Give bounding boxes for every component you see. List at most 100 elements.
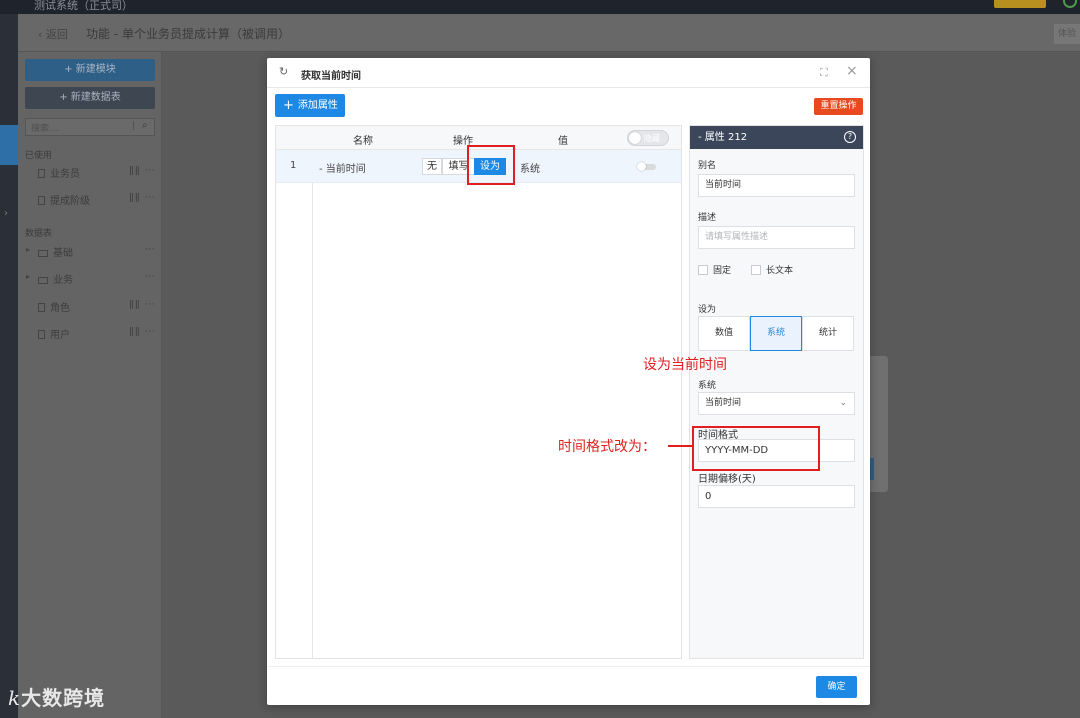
- background-card: [868, 356, 888, 492]
- more-icon[interactable]: ⋯: [145, 244, 156, 255]
- date-offset-input[interactable]: 0: [698, 485, 855, 508]
- chevron-down-icon: ⌄: [839, 398, 847, 408]
- set-to-segmented: 数值 系统 统计: [698, 316, 855, 351]
- panel-header: - 属性 212 ?: [690, 126, 863, 149]
- sidebar-item-label: 提成阶级: [50, 196, 90, 207]
- watermark-logo: k大数跨境: [8, 682, 106, 718]
- fixed-checkbox[interactable]: 固定: [698, 263, 731, 276]
- back-link[interactable]: ‹ 返回: [38, 26, 68, 42]
- annotation-set-current-time: 设为当前时间: [643, 357, 727, 373]
- description-input[interactable]: 请填写属性描述: [698, 226, 855, 249]
- sidebar-folder-basic[interactable]: ▸ 基础 ⋯: [26, 244, 156, 262]
- column-header-value: 值: [558, 136, 568, 147]
- caret-right-icon[interactable]: ▸: [26, 272, 30, 281]
- add-property-button[interactable]: + 添加属性: [275, 94, 345, 117]
- system-label: 系统: [698, 381, 717, 391]
- panel-title: - 属性 212: [698, 132, 748, 143]
- system-select-value: 当前时间: [705, 398, 742, 408]
- highlight-set-to-button: [467, 145, 515, 185]
- section-used-label: 已使用: [25, 151, 53, 161]
- alias-input[interactable]: 当前时间: [698, 174, 855, 197]
- description-label: 描述: [698, 213, 717, 223]
- toggle-knob: [637, 162, 646, 171]
- sidebar-item-label: 业务员: [50, 169, 80, 180]
- highlight-time-format: [692, 426, 820, 471]
- row-hide-toggle[interactable]: [637, 162, 656, 171]
- long-text-checkbox[interactable]: 长文本: [751, 263, 793, 276]
- section-tables-label: 数据表: [25, 229, 53, 239]
- trial-button[interactable]: 体验: [1054, 24, 1080, 44]
- fullscreen-icon[interactable]: ⛶: [820, 66, 832, 79]
- new-table-button[interactable]: + 新建数据表: [25, 87, 155, 109]
- set-to-system-option[interactable]: 系统: [750, 316, 802, 351]
- sidebar-item-salesman[interactable]: 业务员 ǁǁ ⋯: [38, 165, 156, 183]
- file-icon: [38, 196, 45, 205]
- dialog-footer-divider: [267, 666, 870, 667]
- more-icon[interactable]: ǁǁ ⋯: [129, 326, 156, 337]
- more-icon[interactable]: ⋯: [145, 271, 156, 282]
- get-current-time-dialog: ↻ 获取当前时间 ⛶ × + 添加属性 重置操作 名称 操作 值 隐藏 1 - 当…: [267, 58, 870, 705]
- set-to-statistics-option[interactable]: 统计: [802, 316, 854, 351]
- more-icon[interactable]: ǁǁ ⋯: [129, 192, 156, 203]
- sidebar-item-user[interactable]: 用户 ǁǁ ⋯: [38, 326, 156, 344]
- logo-mark: k: [8, 686, 22, 710]
- long-text-label: 长文本: [766, 266, 794, 276]
- annotation-arrow: [668, 445, 692, 447]
- fixed-label: 固定: [713, 266, 732, 276]
- dialog-header: ↻ 获取当前时间 ⛶ ×: [267, 58, 870, 88]
- row-index: 1: [290, 160, 297, 171]
- logo-text: 大数跨境: [21, 686, 106, 710]
- sidebar-item-label: 基础: [53, 248, 73, 259]
- new-module-button[interactable]: + 新建模块: [25, 59, 155, 81]
- dialog-title: 获取当前时间: [301, 71, 361, 82]
- annotation-change-format: 时间格式改为：: [558, 439, 656, 455]
- more-icon[interactable]: ǁǁ ⋯: [129, 165, 156, 176]
- index-column: [276, 150, 313, 658]
- status-ring-icon[interactable]: [1063, 0, 1077, 8]
- property-table: 名称 操作 值 隐藏 1 - 当前时间 无 填写 设为 系统: [275, 125, 682, 659]
- sidebar-item-label: 角色: [50, 303, 70, 314]
- plus-icon: +: [283, 98, 294, 113]
- refresh-icon[interactable]: ↻: [279, 66, 290, 77]
- row-value: 系统: [520, 164, 540, 175]
- system-select[interactable]: 当前时间 ⌄: [698, 392, 855, 415]
- confirm-button[interactable]: 确定: [816, 676, 857, 698]
- sidebar-folder-business[interactable]: ▸ 业务 ⋯: [26, 271, 156, 289]
- set-to-numeric-option[interactable]: 数值: [698, 316, 750, 351]
- sidebar-item-label: 业务: [53, 275, 73, 286]
- module-sidebar: + 新建模块 + 新建数据表 搜索... | ⌕ 已使用 业务员 ǁǁ ⋯ 提成阶…: [18, 52, 162, 718]
- system-name[interactable]: 测试系统（正式司）: [34, 0, 133, 13]
- sidebar-search-input[interactable]: 搜索... | ⌕: [25, 118, 155, 136]
- checkbox-box: [698, 265, 708, 275]
- toggle-knob: [629, 132, 641, 144]
- folder-icon: [38, 277, 48, 284]
- search-placeholder: 搜索...: [31, 124, 58, 134]
- page-title: 功能 - 单个业务员提成计算（被调用）: [86, 27, 290, 41]
- alias-label: 别名: [698, 161, 717, 171]
- hide-toggle[interactable]: 隐藏: [627, 130, 669, 146]
- more-icon[interactable]: ǁǁ ⋯: [129, 299, 156, 310]
- sidebar-item-role[interactable]: 角色 ǁǁ ⋯: [38, 299, 156, 317]
- date-offset-label: 日期偏移(天): [698, 474, 756, 485]
- top-badge[interactable]: [994, 0, 1046, 8]
- file-icon: [38, 330, 45, 339]
- reset-action-button[interactable]: 重置操作: [814, 98, 863, 115]
- op-none-button[interactable]: 无: [422, 158, 442, 175]
- file-icon: [38, 303, 45, 312]
- expand-arrow-icon[interactable]: ›: [4, 208, 8, 219]
- left-nav-active-item[interactable]: [0, 125, 18, 165]
- search-separator: |: [132, 121, 136, 131]
- page-header: ‹ 返回 功能 - 单个业务员提成计算（被调用） 体验: [18, 14, 1080, 52]
- add-property-label: 添加属性: [297, 100, 338, 111]
- caret-right-icon[interactable]: ▸: [26, 245, 30, 254]
- help-icon[interactable]: ?: [844, 131, 856, 143]
- folder-icon: [38, 250, 48, 257]
- close-icon[interactable]: ×: [846, 64, 860, 78]
- top-bar: 测试系统（正式司）: [0, 0, 1080, 14]
- left-nav-strip: ›: [0, 14, 18, 718]
- search-icon[interactable]: ⌕: [142, 120, 148, 131]
- hide-toggle-label: 隐藏: [644, 134, 660, 143]
- sidebar-item-commission-level[interactable]: 提成阶级 ǁǁ ⋯: [38, 192, 156, 210]
- back-label: 返回: [45, 28, 68, 41]
- checkbox-box: [751, 265, 761, 275]
